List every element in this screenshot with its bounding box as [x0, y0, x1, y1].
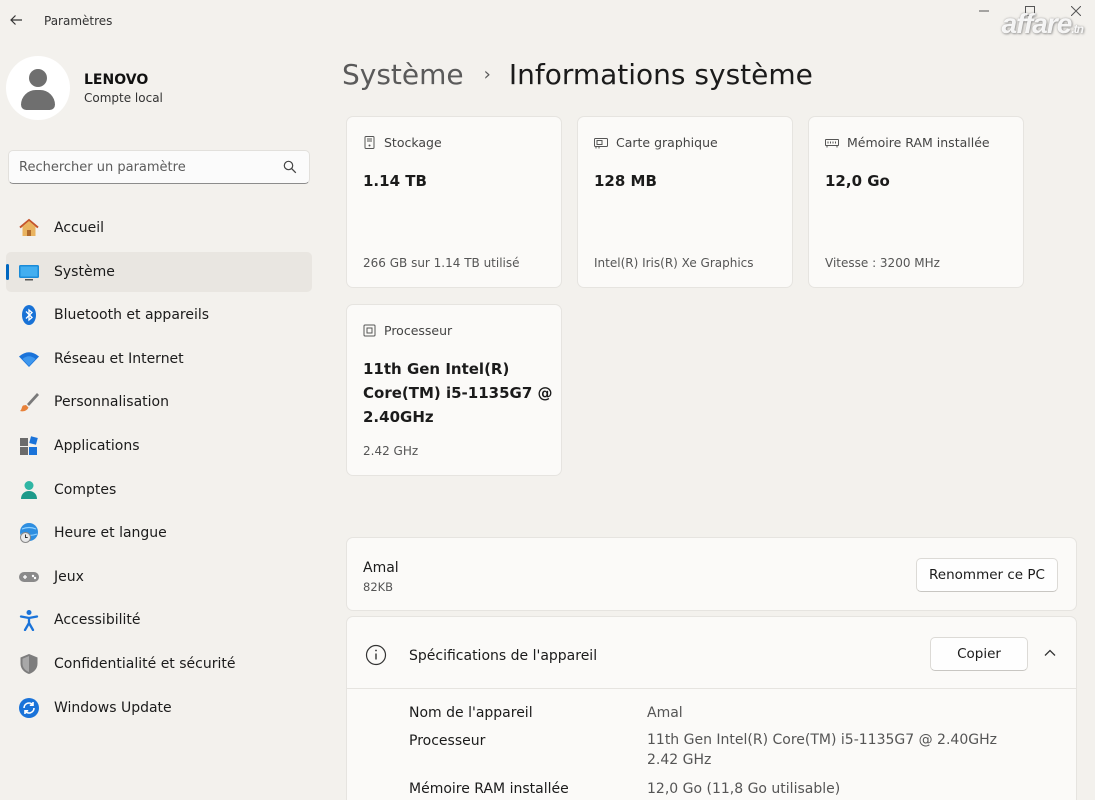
breadcrumb-parent[interactable]: Système	[342, 58, 464, 91]
system-icon	[18, 261, 40, 283]
processor-icon	[363, 324, 376, 337]
wifi-icon	[18, 348, 40, 370]
back-button[interactable]	[6, 10, 26, 30]
sidebar: LENOVO Compte local Accueil Système Blue…	[0, 40, 318, 800]
spec-value-processor: 11th Gen Intel(R) Core(TM) i5-1135G7 @ 2…	[647, 732, 997, 768]
sidebar-item-label: Windows Update	[54, 699, 172, 716]
search-box[interactable]	[8, 150, 310, 184]
storage-value: 1.14 TB	[363, 172, 427, 190]
bluetooth-icon	[18, 304, 40, 326]
sidebar-item-label: Bluetooth et appareils	[54, 307, 210, 324]
search-icon[interactable]	[283, 160, 297, 174]
arrow-left-icon	[10, 15, 22, 25]
storage-card[interactable]: Stockage 1.14 TB 266 GB sur 1.14 TB util…	[346, 116, 562, 288]
sidebar-item-label: Personnalisation	[54, 394, 169, 411]
sidebar-item-systeme[interactable]: Système	[6, 251, 312, 292]
ram-card[interactable]: Mémoire RAM installée 12,0 Go Vitesse : …	[808, 116, 1024, 288]
breadcrumb: Système › Informations système	[342, 58, 813, 91]
spec-value-device-name: Amal	[647, 705, 683, 721]
profile-account-type: Compte local	[84, 90, 163, 105]
chevron-up-icon[interactable]	[1042, 645, 1058, 661]
ram-value: 12,0 Go	[825, 172, 890, 190]
breadcrumb-separator: ›	[483, 64, 491, 85]
title-bar: Paramètres affare.tn	[0, 0, 1095, 40]
sidebar-item-label: Applications	[54, 437, 140, 454]
device-specs-header[interactable]: Spécifications de l'appareil Copier	[347, 617, 1076, 689]
sidebar-item-label: Jeux	[54, 568, 84, 585]
sidebar-item-label: Réseau et Internet	[54, 350, 184, 367]
ram-heading: Mémoire RAM installée	[847, 135, 990, 150]
watermark-logo: affare.tn	[1001, 8, 1084, 40]
rename-pc-button[interactable]: Renommer ce PC	[916, 558, 1058, 592]
storage-heading: Stockage	[384, 135, 442, 150]
memory-icon	[825, 138, 839, 147]
watermark-suffix: .tn	[1071, 22, 1084, 36]
sidebar-item-reseau[interactable]: Réseau et Internet	[6, 339, 312, 379]
sidebar-nav: Accueil Système Bluetooth et appareils R…	[6, 208, 312, 731]
ram-detail: Vitesse : 3200 MHz	[825, 256, 940, 270]
watermark-text: affare	[1001, 8, 1073, 39]
processor-heading: Processeur	[384, 323, 453, 338]
gpu-heading: Carte graphique	[616, 135, 718, 150]
sidebar-item-label: Heure et langue	[54, 525, 167, 542]
pc-size: 82KB	[363, 580, 394, 594]
shield-icon	[18, 653, 40, 675]
sidebar-item-confidentialite[interactable]: Confidentialité et sécurité	[6, 644, 312, 684]
sidebar-item-comptes[interactable]: Comptes	[6, 470, 312, 510]
gamepad-icon	[18, 566, 40, 588]
processor-card[interactable]: Processeur 11th Gen Intel(R) Core(TM) i5…	[346, 304, 562, 476]
accessibility-icon	[18, 609, 40, 632]
sidebar-item-heure-langue[interactable]: Heure et langue	[6, 513, 312, 553]
update-icon	[18, 697, 40, 719]
sidebar-item-windows-update[interactable]: Windows Update	[6, 688, 312, 728]
processor-value: 11th Gen Intel(R) Core(TM) i5-1135G7 @ 2…	[363, 360, 553, 426]
pc-name: Amal	[363, 560, 399, 576]
sidebar-item-label: Système	[54, 263, 115, 280]
device-specs-panel: Spécifications de l'appareil Copier Nom …	[346, 616, 1077, 800]
page-title: Informations système	[508, 58, 813, 91]
minimize-button[interactable]	[973, 2, 995, 20]
search-input[interactable]	[19, 151, 269, 183]
copy-button[interactable]: Copier	[930, 637, 1028, 671]
pc-name-row: Amal 82KB Renommer ce PC	[346, 537, 1077, 611]
sidebar-item-label: Accessibilité	[54, 612, 141, 629]
spec-label-device-name: Nom de l'appareil	[409, 705, 533, 721]
sidebar-item-bluetooth[interactable]: Bluetooth et appareils	[6, 295, 312, 335]
sidebar-item-accessibilite[interactable]: Accessibilité	[6, 600, 312, 640]
home-icon	[18, 217, 40, 239]
spec-label-ram: Mémoire RAM installée	[409, 781, 569, 797]
info-icon	[365, 644, 387, 666]
brush-icon	[18, 391, 40, 413]
sidebar-item-personnalisation[interactable]: Personnalisation	[6, 382, 312, 422]
globe-clock-icon	[18, 522, 40, 544]
storage-icon	[364, 136, 375, 149]
device-specs-title: Spécifications de l'appareil	[409, 648, 598, 664]
spec-label-processor: Processeur	[409, 733, 486, 749]
sidebar-item-label: Confidentialité et sécurité	[54, 655, 236, 672]
storage-detail: 266 GB sur 1.14 TB utilisé	[363, 256, 520, 270]
app-title: Paramètres	[44, 14, 113, 28]
active-indicator	[6, 263, 9, 280]
avatar	[6, 56, 70, 120]
apps-icon	[18, 435, 40, 457]
user-profile[interactable]: LENOVO Compte local	[6, 56, 163, 120]
gpu-detail: Intel(R) Iris(R) Xe Graphics	[594, 256, 754, 270]
spec-value-ram: 12,0 Go (11,8 Go utilisable)	[647, 781, 841, 797]
profile-name: LENOVO	[84, 71, 149, 88]
sidebar-item-applications[interactable]: Applications	[6, 426, 312, 466]
sidebar-item-jeux[interactable]: Jeux	[6, 557, 312, 597]
processor-detail: 2.42 GHz	[363, 444, 419, 458]
sidebar-item-label: Comptes	[54, 481, 117, 498]
sidebar-item-label: Accueil	[54, 220, 104, 236]
graphics-card-icon	[594, 137, 608, 148]
sidebar-item-accueil[interactable]: Accueil	[6, 208, 312, 248]
gpu-value: 128 MB	[594, 172, 657, 190]
minimize-icon	[979, 10, 989, 12]
account-icon	[18, 479, 40, 501]
gpu-card[interactable]: Carte graphique 128 MB Intel(R) Iris(R) …	[577, 116, 793, 288]
